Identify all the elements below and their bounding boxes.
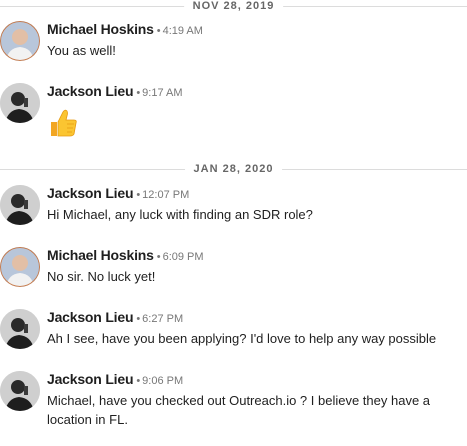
avatar-image (0, 83, 40, 123)
avatar[interactable] (0, 185, 40, 225)
date-label: JAN 28, 2020 (184, 163, 283, 176)
message-header: Jackson Lieu • 6:27 PM (47, 309, 183, 325)
sender-name[interactable]: Jackson Lieu (47, 185, 134, 201)
sender-name[interactable]: Jackson Lieu (47, 83, 134, 99)
separator-dot: • (136, 87, 141, 99)
avatar-image (0, 309, 40, 349)
message-header: Jackson Lieu • 9:06 PM (47, 371, 183, 387)
message-item: Jackson Lieu • 9:06 PM Michael, have you c… (0, 371, 467, 441)
avatar[interactable] (0, 371, 40, 411)
avatar-image (0, 247, 40, 287)
separator-dot: • (136, 313, 141, 325)
sender-name[interactable]: Jackson Lieu (47, 309, 134, 325)
sender-name[interactable]: Michael Hoskins (47, 21, 154, 37)
sender-name[interactable]: Michael Hoskins (47, 247, 154, 263)
message-header: Jackson Lieu • 12:07 PM (47, 185, 189, 201)
avatar[interactable] (0, 247, 40, 287)
avatar-image (0, 371, 40, 411)
avatar[interactable] (0, 83, 40, 123)
thumbs-up-icon (47, 107, 79, 139)
separator-dot: • (156, 251, 161, 263)
message-text: No sir. No luck yet! (47, 269, 156, 284)
message-header: Michael Hoskins • 4:19 AM (47, 21, 203, 37)
message-text: Michael, have you checked out Outreach.i… (47, 393, 431, 427)
message-header: Michael Hoskins • 6:09 PM (47, 247, 204, 263)
message-time: 9:06 PM (142, 375, 184, 387)
avatar[interactable] (0, 309, 40, 349)
message-time: 9:17 AM (142, 87, 183, 99)
message-item: Jackson Lieu • 9:17 AM (0, 83, 467, 149)
message-time: 12:07 PM (142, 189, 190, 201)
avatar-image (0, 185, 40, 225)
sender-name[interactable]: Jackson Lieu (47, 371, 134, 387)
message-text: Hi Michael, any luck with finding an SDR… (47, 207, 313, 222)
avatar-image (0, 21, 40, 61)
message-time: 6:27 PM (142, 313, 184, 325)
separator-dot: • (156, 25, 161, 37)
date-separator: JAN 28, 2020 (0, 163, 467, 177)
message-item: Jackson Lieu • 12:07 PM Hi Michael, any lu… (0, 185, 467, 231)
date-separator: NOV 28, 2019 (0, 0, 467, 14)
message-text: You as well! (47, 43, 116, 58)
message-item: Michael Hoskins • 4:19 AM You as well! (0, 21, 467, 67)
separator-dot: • (136, 375, 141, 387)
message-time: 4:19 AM (162, 25, 203, 37)
message-item: Michael Hoskins • 6:09 PM No sir. No luck … (0, 247, 467, 293)
separator-dot: • (136, 189, 141, 201)
date-label: NOV 28, 2019 (183, 0, 284, 13)
avatar[interactable] (0, 21, 40, 61)
message-item: Jackson Lieu • 6:27 PM Ah I see, have you … (0, 309, 467, 355)
message-time: 6:09 PM (162, 251, 204, 263)
message-header: Jackson Lieu • 9:17 AM (47, 83, 183, 99)
message-text: Ah I see, have you been applying? I'd lo… (47, 331, 437, 346)
